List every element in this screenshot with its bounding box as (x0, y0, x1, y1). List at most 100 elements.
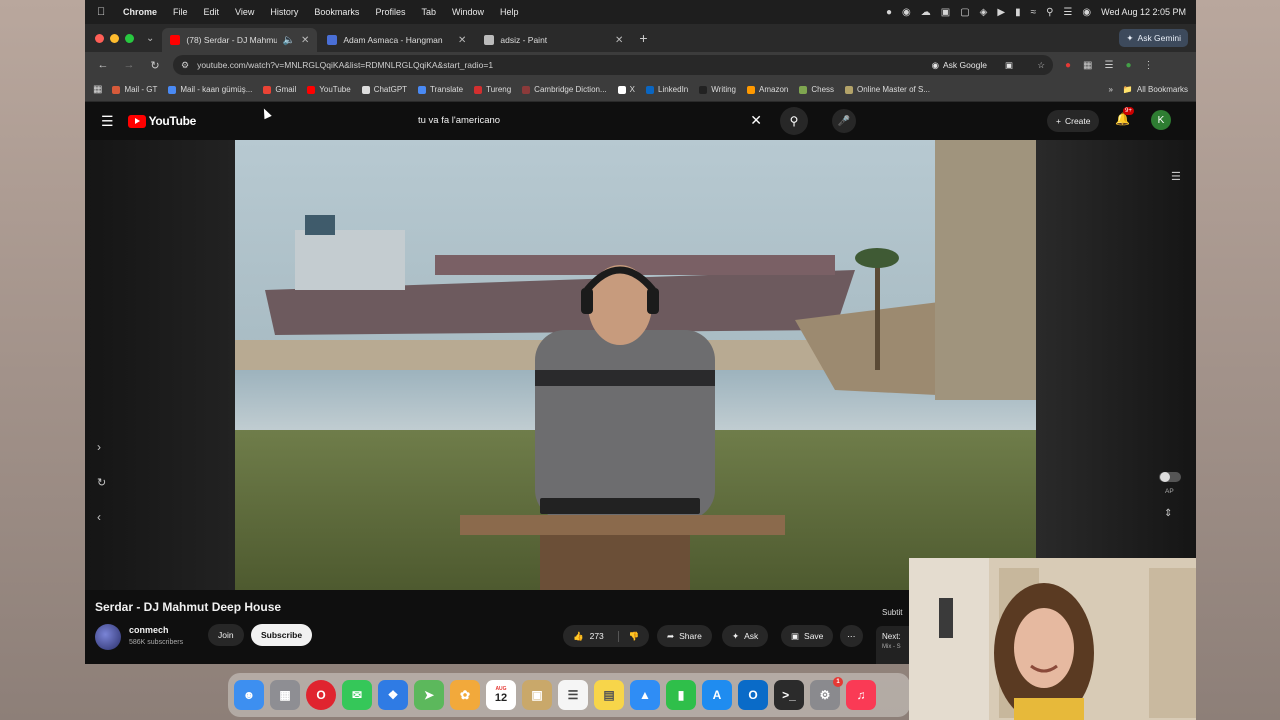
control-center-icon[interactable]: ☰ (1063, 7, 1072, 18)
minimize-window-button[interactable] (110, 33, 119, 43)
bookmark-mail-gt[interactable]: Mail - GT (112, 85, 157, 94)
bookmark-star-icon[interactable]: ☆ (1037, 60, 1045, 71)
menu-window[interactable]: Window (452, 7, 484, 17)
cloud-icon[interactable]: ☁ (921, 7, 931, 18)
close-tab-icon[interactable]: ✕ (458, 35, 466, 46)
chat-icon[interactable]: ◉ (902, 7, 911, 18)
dock-launchpad-icon[interactable]: ▦ (270, 680, 300, 710)
subscribe-button[interactable]: Subscribe (251, 624, 313, 646)
bookmark-online-master[interactable]: Online Master of S... (845, 85, 930, 94)
thumbs-down-icon[interactable]: 👎 (617, 630, 639, 642)
refresh-icon[interactable]: ↻ (97, 476, 106, 489)
tab-hangman[interactable]: Adam Asmaca - Hangman ✕ (319, 28, 474, 52)
reload-icon[interactable]: ↻ (147, 59, 163, 72)
bookmark-writing[interactable]: Writing (699, 85, 736, 94)
voice-search-button[interactable]: 🎤 (832, 109, 856, 133)
extensions-puzzle-icon[interactable]: ▦ (1083, 60, 1092, 71)
dock-safari-icon[interactable]: ❖ (378, 680, 408, 710)
dock-finder-icon[interactable]: ☻ (234, 680, 264, 710)
menu-clock[interactable]: Wed Aug 12 2:05 PM (1101, 7, 1186, 17)
dock-notes-icon[interactable]: ▤ (594, 680, 624, 710)
more-actions-button[interactable]: ⋯ (840, 625, 863, 647)
menu-view[interactable]: View (235, 7, 254, 17)
dock-calendar-icon[interactable]: AUG 12 (486, 680, 516, 710)
close-window-button[interactable] (95, 33, 104, 43)
dock-app-store-icon[interactable]: A (702, 680, 732, 710)
bookmark-chess[interactable]: Chess (799, 85, 834, 94)
new-tab-icon[interactable]: + (639, 30, 647, 46)
chevron-left-icon[interactable]: ‹ (97, 510, 101, 524)
subtitles-label[interactable]: Subtit (882, 608, 902, 617)
dock-keynote-icon[interactable]: ▲ (630, 680, 660, 710)
bookmark-linkedin[interactable]: LinkedIn (646, 85, 688, 94)
bookmark-mail-kaan[interactable]: Mail - kaan gümüş... (168, 85, 252, 94)
menu-file[interactable]: File (173, 7, 188, 17)
battery-icon[interactable]: ▮ (1015, 7, 1021, 18)
bookmark-amazon[interactable]: Amazon (747, 85, 788, 94)
wifi-icon[interactable]: ≈ (1031, 7, 1037, 18)
siri-icon[interactable]: ◉ (1082, 7, 1091, 18)
ask-gemini-button[interactable]: ✦ Ask Gemini (1119, 29, 1188, 47)
zoom-window-button[interactable] (125, 33, 134, 43)
search-button[interactable]: ⚲ (780, 106, 808, 135)
tab-youtube[interactable]: (78) Serdar - DJ Mahmut 🔈 ✕ (162, 28, 318, 52)
play-icon[interactable]: ▶ (997, 7, 1005, 18)
site-info-icon[interactable]: ⚙ (181, 60, 189, 71)
close-tab-icon[interactable]: ✕ (615, 35, 623, 46)
autoplay-toggle[interactable] (1159, 472, 1181, 482)
bookmark-translate[interactable]: Translate (418, 85, 463, 94)
dock-music-icon[interactable]: ♫ (846, 680, 876, 710)
notifications-button[interactable]: 🔔 9+ (1115, 107, 1134, 126)
record-icon[interactable]: ● (886, 7, 892, 18)
spotlight-icon[interactable]: ⚲ (1046, 7, 1053, 18)
dock-outlook-icon[interactable]: O (738, 680, 768, 710)
dock-opera-icon[interactable]: O (306, 680, 336, 710)
tab-search-icon[interactable]: ⌄ (146, 33, 154, 44)
back-icon[interactable]: ← (95, 59, 111, 71)
install-icon[interactable]: ▣ (1005, 60, 1013, 71)
extension-s-icon[interactable]: ● (1065, 60, 1071, 71)
channel-avatar[interactable] (95, 624, 121, 650)
close-tab-icon[interactable]: ✕ (301, 35, 309, 46)
youtube-logo[interactable]: YouTube (127, 114, 196, 128)
address-url[interactable]: youtube.com/watch?v=MNLRGLQqiKA&list=RDM… (197, 60, 493, 70)
speaker-icon[interactable]: 🔈 (283, 35, 295, 46)
dock-numbers-icon[interactable]: ▮ (666, 680, 696, 710)
menu-bookmarks[interactable]: Bookmarks (314, 7, 359, 17)
channel-name[interactable]: conmech (129, 625, 169, 635)
media-control-icon[interactable]: ☰ (1105, 60, 1114, 71)
clear-search-icon[interactable]: ✕ (750, 112, 762, 129)
dock-messages-icon[interactable]: ✉ (342, 680, 372, 710)
dock-archive-icon[interactable]: ▣ (522, 680, 552, 710)
menu-app-name[interactable]: Chrome (123, 7, 157, 17)
dock-system-settings-icon[interactable]: ⚙ 1 (810, 677, 843, 710)
bookmark-cambridge[interactable]: Cambridge Diction... (522, 85, 607, 94)
search-input[interactable]: tu va fa l'americano (410, 115, 750, 126)
dock-reminders-icon[interactable]: ☰ (558, 680, 588, 710)
forward-icon[interactable]: → (121, 59, 137, 71)
chevron-right-icon[interactable]: › (97, 440, 101, 454)
apps-grid-icon[interactable]: ▦ (93, 84, 102, 95)
ask-google-button[interactable]: ◉ Ask Google ▣ (932, 60, 1013, 71)
bookmark-tureng[interactable]: Tureng (474, 85, 511, 94)
all-bookmarks-button[interactable]: 📁 All Bookmarks (1123, 85, 1188, 94)
window-icon[interactable]: ▢ (960, 7, 969, 18)
expand-icon[interactable]: ⇕ (1164, 508, 1172, 519)
tab-paint[interactable]: adsiz - Paint ✕ (476, 28, 631, 52)
apple-icon[interactable]:  (97, 6, 109, 18)
bookmarks-overflow-icon[interactable]: » (1108, 85, 1112, 94)
video-player[interactable] (235, 140, 1036, 590)
share-button[interactable]: ➦ Share (657, 625, 712, 647)
menu-help[interactable]: Help (500, 7, 519, 17)
dock-maps-icon[interactable]: ➤ (414, 680, 444, 710)
control-icon[interactable]: ◈ (980, 7, 988, 18)
hamburger-menu-icon[interactable]: ☰ (101, 113, 114, 130)
bookmark-youtube[interactable]: YouTube (307, 85, 351, 94)
menu-history[interactable]: History (270, 7, 298, 17)
bookmark-gmail[interactable]: Gmail (263, 85, 296, 94)
display-icon[interactable]: ▣ (941, 7, 950, 18)
ask-button[interactable]: ✦ Ask (722, 625, 769, 647)
create-button[interactable]: + Create (1047, 110, 1100, 132)
dock-photos-icon[interactable]: ✿ (450, 680, 480, 710)
profile-icon[interactable]: ● (1125, 60, 1131, 71)
